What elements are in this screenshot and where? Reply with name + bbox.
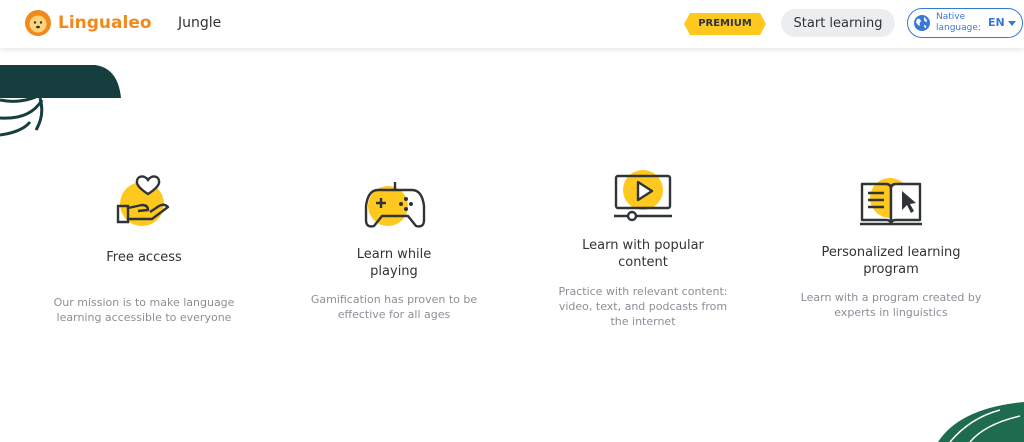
- native-language-selector[interactable]: Native language: EN: [907, 8, 1023, 38]
- lion-logo-icon: [25, 10, 51, 36]
- logo[interactable]: Lingualeo: [24, 9, 152, 37]
- gamepad-icon: [364, 182, 426, 228]
- feature-title: Learn with popular content: [582, 238, 704, 270]
- nav-link-jungle[interactable]: Jungle: [178, 15, 221, 31]
- brand-name: Lingualeo: [58, 13, 152, 33]
- premium-label: PREMIUM: [698, 18, 752, 29]
- premium-badge[interactable]: PREMIUM: [684, 13, 766, 35]
- start-learning-button[interactable]: Start learning: [781, 9, 895, 37]
- feature-description: Learn with a program created by experts …: [800, 291, 982, 319]
- native-language-label: Native language:: [936, 12, 981, 33]
- feature-free-access: Free access Our mission is to make langu…: [44, 170, 244, 340]
- feature-learn-with-popular-content: Learn with popular content Practice with…: [543, 166, 743, 341]
- native-language-code: EN: [988, 16, 1005, 29]
- feature-title: Learn while playing: [356, 247, 432, 279]
- heart-hand-icon: [116, 175, 170, 226]
- top-bar: Lingualeo Jungle PREMIUM Start learning …: [0, 0, 1024, 48]
- globe-icon: [914, 15, 930, 31]
- feature-title: Free access: [106, 250, 182, 265]
- feature-title: Personalized learning program: [821, 245, 961, 277]
- jungle-tree-decoration: [0, 65, 121, 137]
- jungle-leaf-decoration: [938, 402, 1024, 442]
- feature-description: Our mission is to make language learning…: [53, 296, 235, 324]
- video-monitor-icon: [614, 170, 672, 222]
- chevron-down-icon: [1008, 21, 1016, 26]
- feature-description: Practice with relevant content: video, t…: [558, 285, 728, 328]
- feature-description: Gamification has proven to be effective …: [310, 293, 478, 321]
- feature-learn-while-playing: Learn while playing Gamification has pro…: [294, 170, 494, 340]
- feature-personalized-learning-program: Personalized learning program Learn with…: [791, 170, 991, 340]
- book-icon: [860, 178, 922, 226]
